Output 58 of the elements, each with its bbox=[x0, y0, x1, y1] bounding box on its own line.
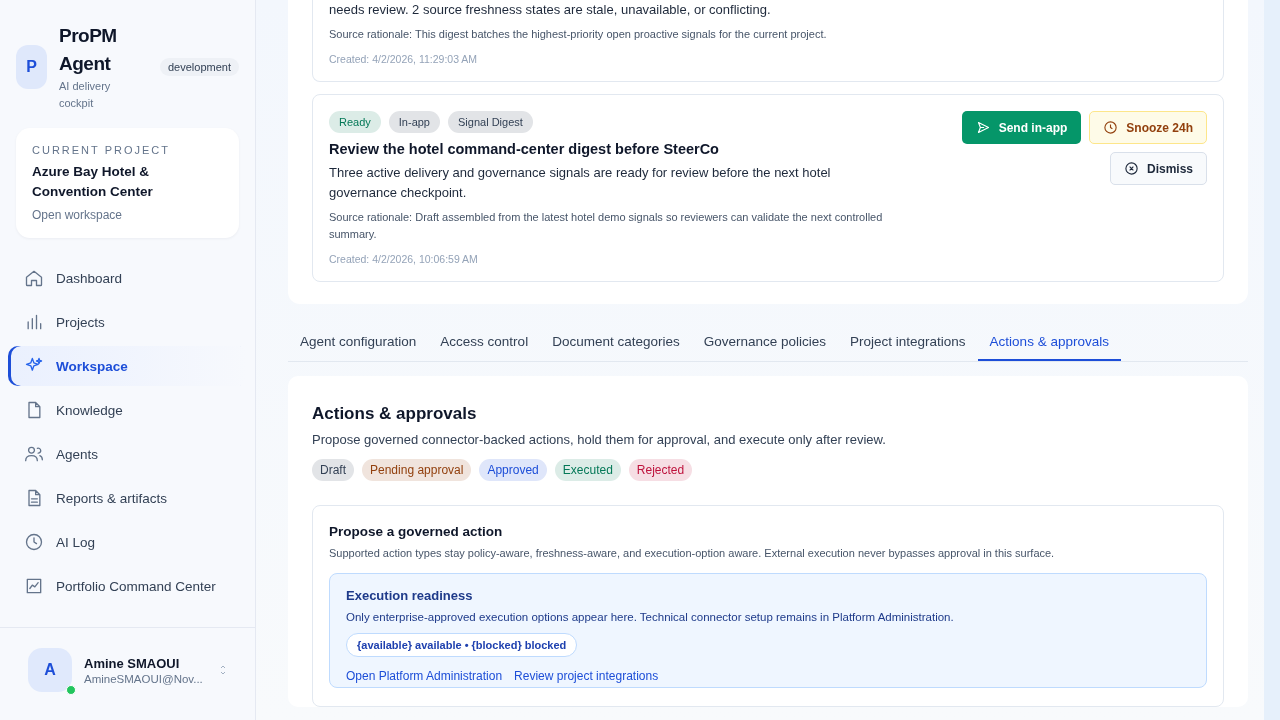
availability-pill: {available} available • {blocked} blocked bbox=[346, 633, 578, 657]
card-label: CURRENT PROJECT bbox=[32, 144, 171, 156]
section-description: Propose governed connector-backed actions, hold them for approval, and execute only after review. bbox=[312, 432, 887, 447]
status-tag: Approved bbox=[479, 459, 547, 481]
nav-item[interactable]: Agents bbox=[8, 434, 247, 474]
signal-title: Review the hotel command-center digest before SteerCo bbox=[329, 141, 720, 157]
tab[interactable]: Actions & approvals bbox=[977, 324, 1121, 361]
nav-item[interactable]: Reports & artifacts bbox=[8, 478, 247, 518]
close-icon bbox=[1123, 161, 1139, 176]
app-name: ProPM Agent bbox=[59, 24, 118, 76]
signal-description: Three active delivery and governance signals are ready for review before the next hotel governance checkpoint. bbox=[329, 164, 832, 202]
tab[interactable]: Project integrations bbox=[838, 324, 978, 361]
home-icon bbox=[24, 268, 44, 288]
tab[interactable]: Document categories bbox=[540, 324, 692, 361]
source-rationale: Source rationale: Draft assembled from the latest hotel demo signals so reviewers can validate the next controlled summary. bbox=[329, 210, 884, 242]
send-icon bbox=[975, 120, 991, 135]
created-timestamp: Created: 4/2/2026, 10:06:59 AM bbox=[329, 253, 479, 265]
link[interactable]: Review project integrations bbox=[514, 669, 659, 683]
nav-item[interactable]: Dashboard bbox=[8, 258, 247, 298]
logo-avatar: P bbox=[16, 45, 47, 89]
app-tagline: AI delivery cockpit bbox=[59, 79, 112, 111]
status-tag: Pending approval bbox=[362, 459, 472, 481]
status-tag: Rejected bbox=[628, 459, 693, 481]
status-tag: Draft bbox=[312, 459, 354, 481]
nav-item[interactable]: AI Log bbox=[8, 522, 247, 562]
signal-description: needs review. 2 source freshness states are stale, unavailable, or conflicting. bbox=[329, 1, 772, 19]
dismiss-button[interactable]: Dismiss bbox=[1109, 152, 1207, 185]
nav-item[interactable]: Portfolio Command Center bbox=[8, 566, 247, 606]
card-description: Supported action types stay policy-aware, freshness-aware, and execution-option aware. External execution never bypasses approval in this surface. bbox=[329, 547, 1056, 559]
tab[interactable]: Access control bbox=[428, 324, 541, 361]
tag: In-app bbox=[388, 111, 440, 133]
environment-badge: development bbox=[160, 58, 239, 76]
chevron-updown-icon bbox=[219, 663, 227, 677]
user-email: AmineSMAOUI@Nov... bbox=[84, 672, 203, 685]
snooze-button[interactable]: Snooze 24h bbox=[1089, 111, 1207, 144]
clock-icon bbox=[24, 532, 44, 552]
tag: Ready bbox=[329, 111, 381, 133]
users-icon bbox=[24, 444, 44, 464]
link[interactable]: Open Platform Administration bbox=[346, 669, 503, 683]
status-tag: Executed bbox=[554, 459, 621, 481]
tab[interactable]: Governance policies bbox=[691, 324, 839, 361]
clock-icon bbox=[1103, 120, 1119, 135]
open-workspace-link[interactable]: Open workspace bbox=[32, 208, 223, 222]
nav-item[interactable]: Knowledge bbox=[8, 390, 247, 430]
project-name: Azure Bay Hotel & Convention Center bbox=[32, 163, 154, 201]
created-timestamp: Created: 4/2/2026, 11:29:03 AM bbox=[329, 53, 479, 65]
tab[interactable]: Agent configuration bbox=[288, 324, 429, 361]
nav-item[interactable]: Projects bbox=[8, 302, 247, 342]
section-title: Actions & approvals bbox=[312, 404, 478, 424]
readiness-description: Only enterprise-approved execution options appear here. Technical connector setup remains in Platform Administration. bbox=[346, 611, 954, 623]
readiness-title: Execution readiness bbox=[346, 588, 473, 603]
send-button[interactable]: Send in-app bbox=[961, 111, 1082, 144]
user-name: Amine SMAOUI bbox=[84, 655, 181, 671]
user-menu[interactable]: A Amine SMAOUI AmineSMAOUI@Nov... bbox=[0, 627, 255, 720]
tag: Signal Digest bbox=[448, 111, 533, 133]
source-rationale: Source rationale: This digest batches the highest-priority open proactive signals for the current project. bbox=[329, 27, 828, 42]
card-title: Propose a governed action bbox=[329, 524, 504, 539]
line-chart-icon bbox=[24, 576, 44, 596]
